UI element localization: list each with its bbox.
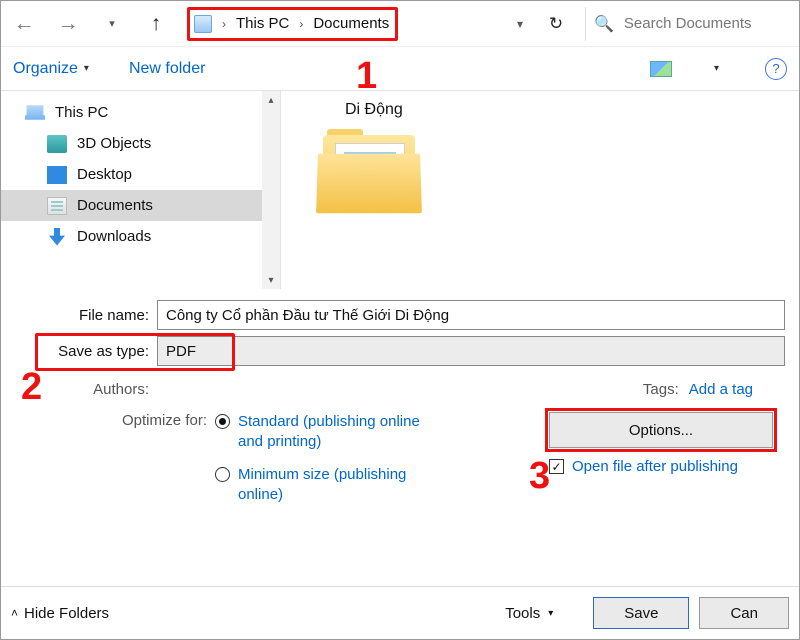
radio-standard[interactable]: Standard (publishing online and printing… <box>215 412 428 451</box>
tools-menu[interactable]: Tools▾ <box>505 605 553 622</box>
new-folder-button[interactable]: New folder <box>129 60 205 78</box>
tree-downloads[interactable]: Downloads <box>1 221 280 252</box>
options-button[interactable]: Options... <box>549 412 773 448</box>
save-button[interactable]: Save <box>593 597 689 629</box>
folder-content[interactable]: Di Động <box>281 91 799 289</box>
scroll-up-icon[interactable]: ▴ <box>262 91 280 109</box>
documents-icon <box>47 197 67 215</box>
search-input[interactable]: 🔍 Search Documents <box>585 7 795 41</box>
pc-icon <box>25 104 45 122</box>
dialog-footer: ˄ Hide Folders Tools▾ Save Can <box>1 586 799 639</box>
forward-button[interactable]: → <box>49 7 87 41</box>
folder-label: Di Động <box>345 101 787 119</box>
chevron-up-icon: ˄ <box>11 606 18 620</box>
radio-dot-on-icon <box>215 414 230 429</box>
open-after-checkbox[interactable]: ✓ <box>549 459 564 474</box>
tree-3d-objects[interactable]: 3D Objects <box>1 128 280 159</box>
breadcrumb-pc[interactable]: This PC <box>236 15 289 32</box>
up-button[interactable]: ↑ <box>137 7 175 41</box>
search-placeholder: Search Documents <box>624 15 752 32</box>
folder-tree: This PC 3D Objects Desktop Documents Dow… <box>1 91 281 289</box>
save-type-dropdown[interactable]: PDF <box>157 336 785 366</box>
tags-field[interactable]: Add a tag <box>689 381 753 398</box>
view-options-icon[interactable] <box>650 61 672 77</box>
desktop-icon <box>47 166 67 184</box>
hide-folders-toggle[interactable]: ˄ Hide Folders <box>11 605 109 622</box>
filename-label: File name: <box>15 307 157 324</box>
breadcrumb-documents[interactable]: Documents <box>313 15 389 32</box>
address-bar[interactable]: › This PC › Documents <box>187 7 398 41</box>
annotation-1: 1 <box>356 55 377 98</box>
downloads-icon <box>47 228 67 246</box>
optimize-label: Optimize for: <box>15 412 215 504</box>
back-button[interactable]: ← <box>5 7 43 41</box>
tree-scrollbar[interactable]: ▴ ▾ <box>262 91 280 289</box>
tree-this-pc[interactable]: This PC <box>1 97 280 128</box>
tags-label: Tags: <box>643 381 679 398</box>
address-dropdown[interactable]: ▾ <box>507 7 533 41</box>
toolbar: Organize▾ New folder ▾ ? <box>1 47 799 91</box>
radio-dot-off-icon <box>215 467 230 482</box>
open-after-label: Open file after publishing <box>572 458 738 475</box>
3d-objects-icon <box>47 135 67 153</box>
scroll-down-icon[interactable]: ▾ <box>262 271 280 289</box>
tree-documents[interactable]: Documents <box>1 190 280 221</box>
filename-input[interactable]: Công ty Cổ phần Đầu tư Thế Giới Di Động <box>157 300 785 330</box>
refresh-button[interactable]: ↻ <box>539 7 573 41</box>
annotation-3: 3 <box>529 455 550 498</box>
folder-icon[interactable] <box>317 129 427 219</box>
organize-menu[interactable]: Organize▾ <box>13 60 89 78</box>
navigation-bar: ← → ▾ ↑ › This PC › Documents ▾ ↻ 🔍 Sear… <box>1 1 799 47</box>
tree-desktop[interactable]: Desktop <box>1 159 280 190</box>
recent-dropdown[interactable]: ▾ <box>93 7 131 41</box>
cancel-button[interactable]: Can <box>699 597 789 629</box>
save-type-label: Save as type: <box>15 343 157 360</box>
help-icon[interactable]: ? <box>765 58 787 80</box>
search-icon: 🔍 <box>594 14 614 34</box>
location-icon <box>194 15 212 33</box>
chevron-right-icon: › <box>297 17 305 31</box>
chevron-right-icon: › <box>220 17 228 31</box>
annotation-2: 2 <box>21 366 42 409</box>
radio-minimum[interactable]: Minimum size (publishing online) <box>215 465 428 504</box>
save-form: File name: Công ty Cổ phần Đầu tư Thế Gi… <box>1 289 799 504</box>
